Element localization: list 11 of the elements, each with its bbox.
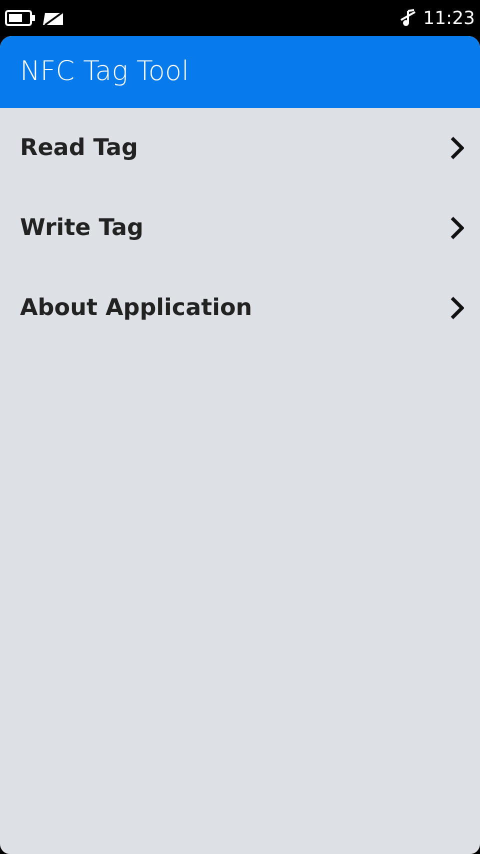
chevron-right-icon bbox=[450, 296, 464, 320]
no-signal-icon bbox=[41, 10, 65, 26]
battery-icon bbox=[5, 10, 35, 26]
status-time: 11:23 bbox=[423, 6, 475, 30]
muted-note-icon bbox=[399, 8, 418, 28]
menu-item[interactable]: Write Tag bbox=[0, 188, 480, 268]
chevron-right-icon bbox=[450, 136, 464, 160]
chevron-right-icon bbox=[450, 216, 464, 240]
app-title: NFC Tag Tool bbox=[20, 54, 189, 89]
menu-item[interactable]: About Application bbox=[0, 268, 480, 348]
menu-item[interactable]: Read Tag bbox=[0, 108, 480, 188]
